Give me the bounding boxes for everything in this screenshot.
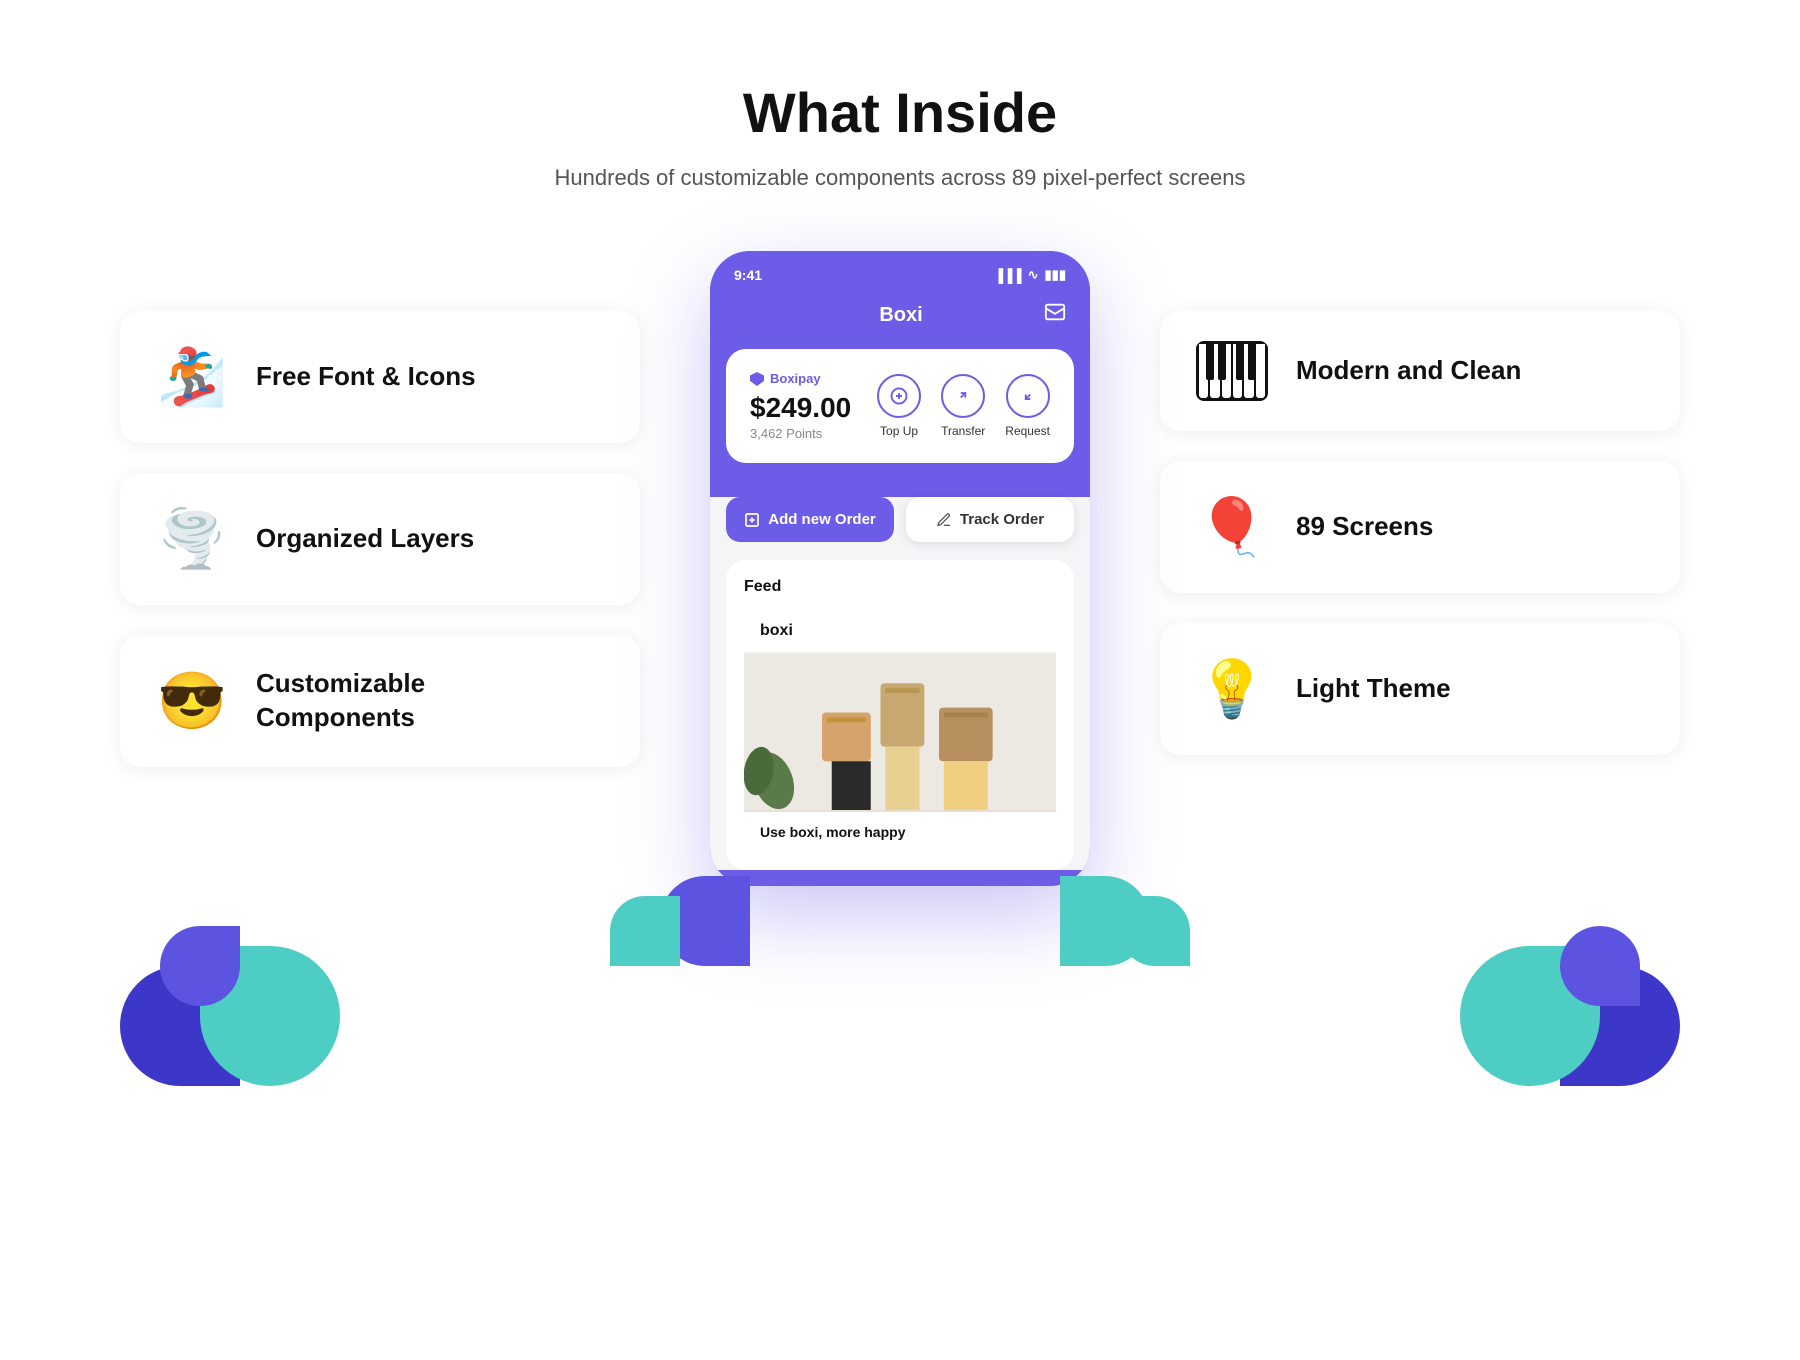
feature-label-customizable-components: Customizable Components [256,667,425,735]
phone-time: 9:41 [734,267,762,283]
feed-section: Feed boxi [726,560,1074,870]
sunglasses-emoji-icon: 😎 [156,665,228,737]
track-order-button[interactable]: Track Order [906,497,1074,542]
bulb-icon: 💡 [1196,653,1268,725]
feed-image [744,652,1056,812]
bottom-decorations [40,926,1760,1086]
transfer-label: Transfer [941,424,985,438]
feature-label-modern-clean: Modern and Clean [1296,354,1521,388]
feed-card-brand: boxi [744,610,1056,652]
page-wrapper: What Inside Hundreds of customizable com… [0,0,1800,1146]
payment-info: Boxipay $249.00 3,462 Points [750,371,851,441]
phone-status-bar: 9:41 ▐▐▐ ∿ ▮▮▮ [710,251,1090,291]
feed-card: boxi [744,610,1056,852]
top-up-button[interactable]: Top Up [877,374,921,438]
payment-card: Boxipay $249.00 3,462 Points [726,349,1074,463]
brand-name: Boxipay [770,371,821,386]
main-content: 🏂 Free Font & Icons 🌪️ Organized Layers … [40,251,1760,886]
page-subtitle: Hundreds of customizable components acro… [40,165,1760,191]
balance-amount: $249.00 [750,392,851,424]
order-buttons: Add new Order Track Order [726,497,1074,542]
feed-card-caption: Use boxi, more happy [744,812,1056,852]
left-feature-column: 🏂 Free Font & Icons 🌪️ Organized Layers … [120,251,640,767]
piano-icon [1196,341,1268,401]
top-up-icon [877,374,921,418]
add-new-order-button[interactable]: Add new Order [726,497,894,542]
wifi-icon: ∿ [1028,267,1039,283]
status-icons: ▐▐▐ ∿ ▮▮▮ [994,267,1066,283]
request-button[interactable]: Request [1005,374,1050,438]
feature-card-customizable-components: 😎 Customizable Components [120,635,640,767]
feature-label-organized-layers: Organized Layers [256,522,474,556]
phone-mockup: 9:41 ▐▐▐ ∿ ▮▮▮ Boxi [710,251,1090,886]
request-label: Request [1005,424,1050,438]
tornado-icon: 🌪️ [156,503,228,575]
inbox-icon [1044,301,1066,329]
brand-row: Boxipay [750,371,851,386]
phone-app-name-label: Boxi [758,304,1044,327]
header-section: What Inside Hundreds of customizable com… [40,80,1760,191]
feature-card-free-font-icons: 🏂 Free Font & Icons [120,311,640,443]
action-buttons: Top Up Transfer [877,374,1050,438]
page-title: What Inside [40,80,1760,145]
top-up-label: Top Up [880,424,918,438]
feature-card-organized-layers: 🌪️ Organized Layers [120,473,640,605]
transfer-icon [941,374,985,418]
request-icon [1006,374,1050,418]
phone-app-header: Boxi [710,291,1090,349]
feature-label-light-theme: Light Theme [1296,672,1451,706]
right-feature-column: Modern and Clean 🎈 89 Screens 💡 Light Th… [1160,251,1680,755]
balloon-icon: 🎈 [1196,491,1268,563]
feature-label-free-font-icons: Free Font & Icons [256,360,476,394]
points-label: 3,462 Points [750,426,851,441]
feature-card-light-theme: 💡 Light Theme [1160,623,1680,755]
battery-icon: ▮▮▮ [1045,267,1066,283]
phone-mockup-container: 9:41 ▐▐▐ ∿ ▮▮▮ Boxi [640,251,1160,886]
feed-title: Feed [744,578,1056,596]
feature-card-89-screens: 🎈 89 Screens [1160,461,1680,593]
signal-icon: ▐▐▐ [994,268,1022,283]
feature-label-89-screens: 89 Screens [1296,510,1433,544]
feature-card-modern-clean: Modern and Clean [1160,311,1680,431]
snowboarder-icon: 🏂 [156,341,228,413]
transfer-button[interactable]: Transfer [941,374,985,438]
